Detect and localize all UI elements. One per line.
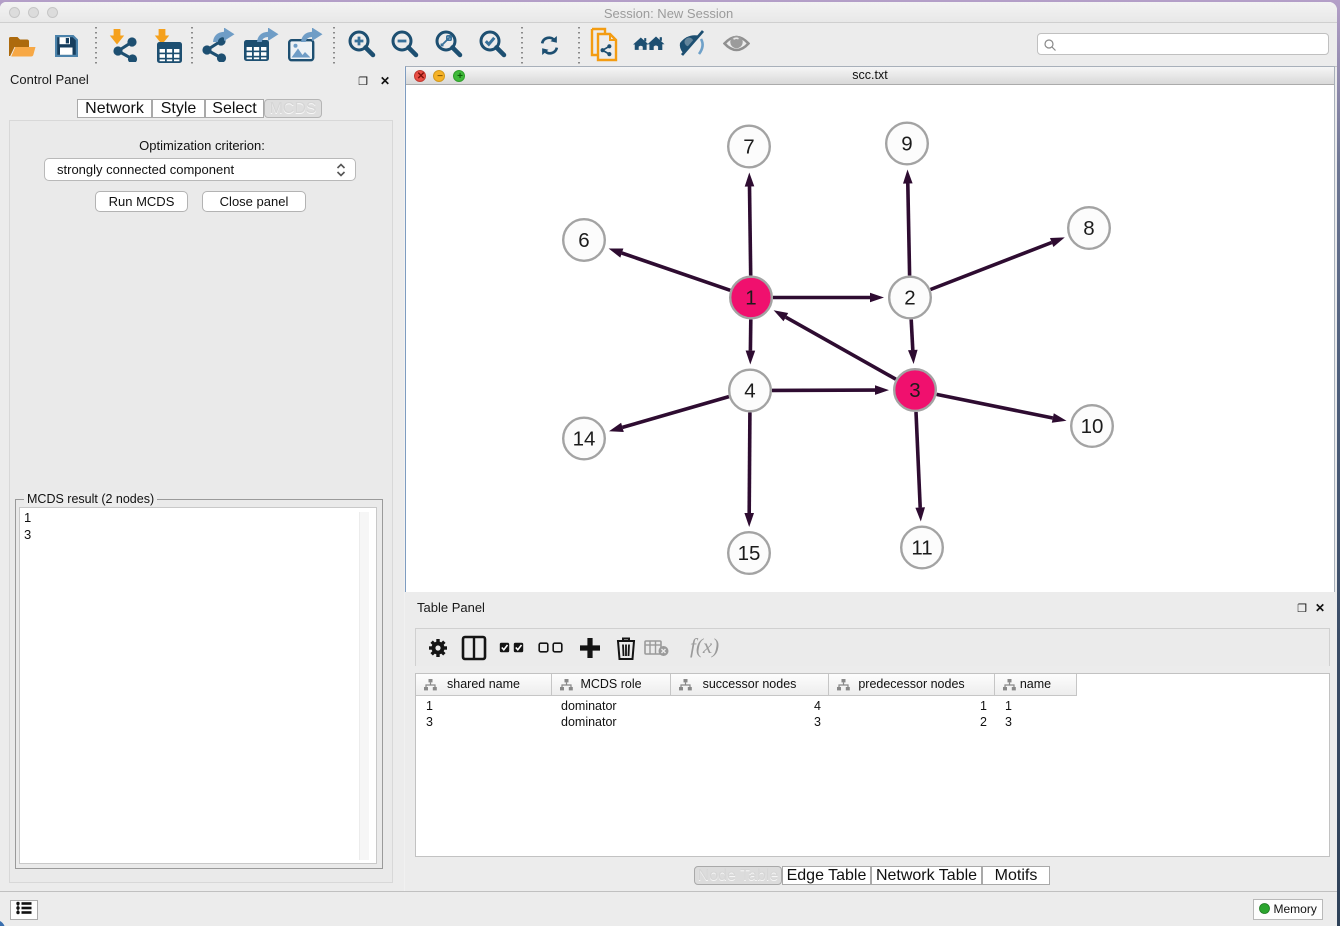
svg-text:8: 8: [1083, 217, 1094, 240]
svg-text:2: 2: [904, 287, 915, 310]
svg-text:1: 1: [745, 287, 756, 310]
svg-text:4: 4: [744, 380, 755, 403]
svg-text:11: 11: [911, 537, 932, 560]
svg-text:15: 15: [738, 542, 761, 565]
svg-text:6: 6: [578, 229, 589, 252]
svg-text:9: 9: [901, 133, 912, 156]
svg-text:3: 3: [909, 379, 920, 402]
svg-text:10: 10: [1081, 415, 1104, 438]
svg-text:7: 7: [743, 136, 754, 159]
svg-text:14: 14: [573, 428, 596, 451]
